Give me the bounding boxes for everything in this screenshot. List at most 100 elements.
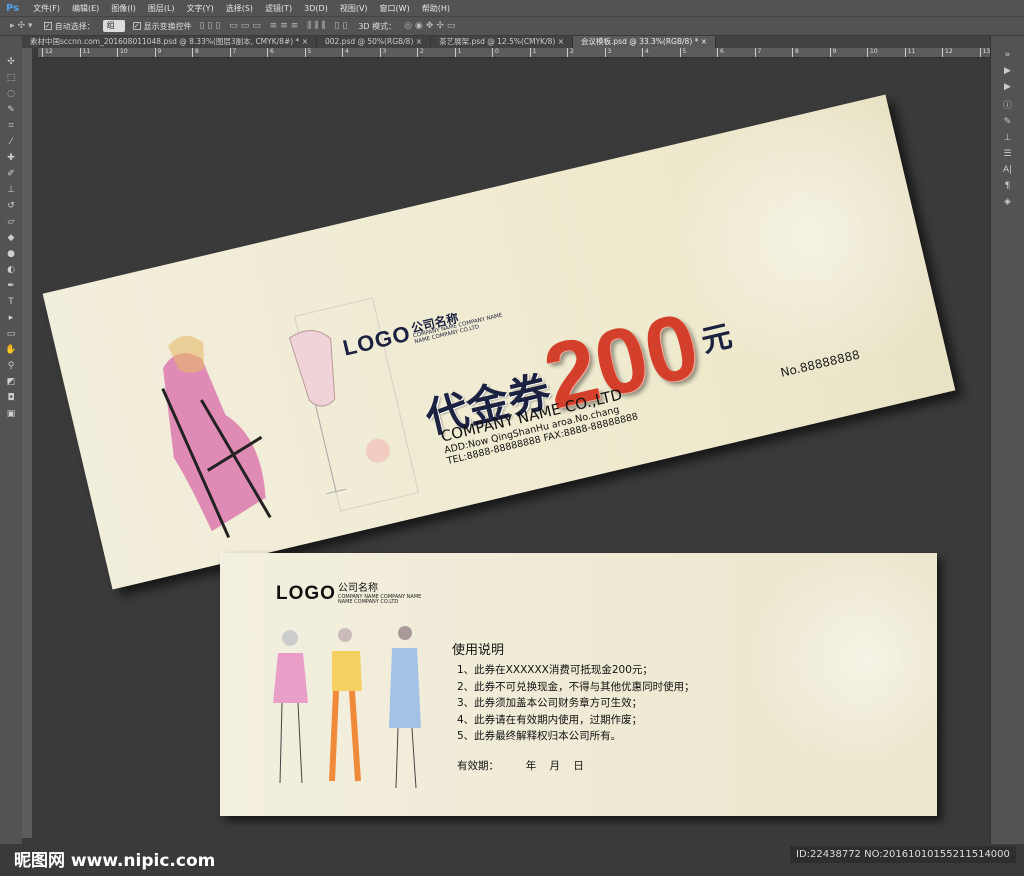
character-icon[interactable]: A| xyxy=(1003,165,1012,175)
healing-tool-icon[interactable]: ✚ xyxy=(7,152,15,165)
show-transform-label: 显示变换控件 xyxy=(143,21,192,31)
ruler-tick-label: 0 xyxy=(492,48,499,57)
ruler-tick-label: 9 xyxy=(154,48,161,57)
ruler-tick-label: 11 xyxy=(79,48,90,57)
type-tool-icon[interactable]: T xyxy=(8,296,14,309)
menu-file[interactable]: 文件(F) xyxy=(27,3,66,14)
3d-mode-label: 3D 模式： xyxy=(358,21,397,31)
menu-3d[interactable]: 3D(D) xyxy=(298,4,334,13)
doc-tab[interactable]: 茶艺展架.psd @ 12.5%(CMYK/8) × xyxy=(431,36,574,48)
close-icon[interactable]: × xyxy=(302,37,308,46)
auto-select-label: 自动选择： xyxy=(54,21,95,31)
doc-tab-active[interactable]: 会议模板.psd @ 33.3%(RGB/8) * × xyxy=(573,36,717,48)
show-transform-checkbox[interactable]: ✓ 显示变换控件 xyxy=(132,21,192,32)
ruler-tick-label: 10 xyxy=(117,48,128,57)
pen-tool-icon[interactable]: ✒ xyxy=(7,280,15,293)
history-brush-icon[interactable]: ↺ xyxy=(7,200,15,213)
path-select-icon[interactable]: ▸ xyxy=(9,312,14,325)
menu-image[interactable]: 图像(I) xyxy=(105,3,142,14)
history-icon[interactable]: ▶ xyxy=(1004,66,1011,76)
lasso-tool-icon[interactable]: ◌ xyxy=(7,88,15,101)
menu-select[interactable]: 选择(S) xyxy=(220,3,259,14)
ruler-tick-label: 1 xyxy=(454,48,461,57)
image-id-tag: ID:22438772 NO:20161010155211514000 xyxy=(790,846,1016,863)
align-icons[interactable]: ▯▯▯ ▭▭▭ ≡≡≡ ⫼⫼⫼ ▯▯ xyxy=(200,21,351,31)
screen-mode-icon[interactable]: ▣ xyxy=(7,408,16,421)
info-icon[interactable]: ⓘ xyxy=(1003,98,1012,111)
back-logo-block: LOGO 公司名称 COMPANY NAME COMPANY NAME NAME… xyxy=(276,583,421,605)
ruler-tick-label: 5 xyxy=(679,48,686,57)
eyedropper-tool-icon[interactable]: ⁄ xyxy=(10,136,12,149)
menu-edit[interactable]: 编辑(E) xyxy=(66,3,105,14)
collapse-icon[interactable]: » xyxy=(1005,50,1011,60)
doc-tab[interactable]: 002.psd @ 50%(RGB/8) × xyxy=(317,36,432,48)
ruler-tick-label: 6 xyxy=(717,48,724,57)
document-tabs: 素材中国sccnn.com_201608011048.psd @ 8.33%(图… xyxy=(22,36,990,48)
ruler-tick-label: 11 xyxy=(904,48,915,57)
voucher-back: LOGO 公司名称 COMPANY NAME COMPANY NAME NAME… xyxy=(220,553,937,816)
ruler-tick-label: 4 xyxy=(642,48,649,57)
ruler-tick-label: 12 xyxy=(42,48,53,57)
ruler-tick-label: 9 xyxy=(829,48,836,57)
move-tool-icon[interactable]: ✣ xyxy=(7,56,15,69)
rule-item: 5、此券最终解释权归本公司所有。 xyxy=(457,730,622,742)
move-tool-icon[interactable]: ▸✣▾ xyxy=(10,21,36,31)
close-icon[interactable]: × xyxy=(701,37,707,46)
doc-tab[interactable]: 素材中国sccnn.com_201608011048.psd @ 8.33%(图… xyxy=(22,36,317,48)
actions-icon[interactable]: ▶ xyxy=(1004,82,1011,92)
instructions-heading: 使用说明 xyxy=(452,643,505,658)
menu-view[interactable]: 视图(V) xyxy=(334,3,374,14)
3d-mode-icons[interactable]: ◎◉✥✣▭ xyxy=(404,21,458,31)
close-icon[interactable]: × xyxy=(416,37,422,46)
tab-label: 茶艺展架.psd @ 12.5%(CMYK/8) xyxy=(439,37,556,46)
crop-tool-icon[interactable]: ⌗ xyxy=(8,120,13,133)
brush-tool-icon[interactable]: ✐ xyxy=(7,168,15,181)
ruler-tick-label: 13 xyxy=(979,48,990,57)
menu-type[interactable]: 文字(Y) xyxy=(181,3,220,14)
3d-icon[interactable]: ◈ xyxy=(1004,197,1011,207)
tab-label: 素材中国sccnn.com_201608011048.psd @ 8.33%(图… xyxy=(30,37,300,46)
properties-icon[interactable]: ☰ xyxy=(1003,149,1011,159)
rule-item: 2、此券不可兑换现金，不得与其他优惠同时使用； xyxy=(457,680,695,693)
menu-window[interactable]: 窗口(W) xyxy=(374,3,416,14)
auto-select-checkbox[interactable]: ✓ 自动选择： xyxy=(43,21,95,32)
zoom-tool-icon[interactable]: ⚲ xyxy=(8,360,15,373)
blur-tool-icon[interactable]: ● xyxy=(7,248,15,261)
company-name-cn: 公司名称 xyxy=(337,583,378,594)
company-name-en-2: NAME COMPANY CO.LTD xyxy=(337,598,399,605)
shape-tool-icon[interactable]: ▭ xyxy=(7,328,16,341)
photoshop-logo: Ps xyxy=(6,2,20,14)
clone-source-icon[interactable]: ⊥ xyxy=(1004,133,1012,143)
dodge-tool-icon[interactable]: ◐ xyxy=(7,264,15,277)
paragraph-icon[interactable]: ¶ xyxy=(1005,181,1011,191)
close-icon[interactable]: × xyxy=(558,37,564,46)
ruler-tick-label: 8 xyxy=(192,48,199,57)
menu-layer[interactable]: 图层(L) xyxy=(142,3,181,14)
stamp-tool-icon[interactable]: ⊥ xyxy=(7,184,15,197)
auto-select-dropdown[interactable]: 组 xyxy=(102,20,125,32)
eraser-tool-icon[interactable]: ▱ xyxy=(8,216,15,229)
right-dock: » ▶ ▶ ⓘ ✎ ⊥ ☰ A| ¶ ◈ xyxy=(990,36,1024,844)
bucket-tool-icon[interactable]: ◆ xyxy=(8,232,15,245)
ruler-tick-label: 7 xyxy=(754,48,761,57)
ruler-tick-label: 6 xyxy=(267,48,274,57)
brush-panel-icon[interactable]: ✎ xyxy=(1004,117,1012,127)
ruler-tick-label: 2 xyxy=(567,48,574,57)
site-watermark: 昵图网 www.nipic.com xyxy=(14,851,216,871)
voucher-front: LOGO 公司名称 COMPANY NAME COMPANY NAME NAME… xyxy=(42,94,956,590)
ruler-tick-label: 5 xyxy=(304,48,311,57)
menu-help[interactable]: 帮助(H) xyxy=(416,3,456,14)
fashion-sketch-illustration xyxy=(161,297,420,539)
ruler-tick-label: 12 xyxy=(942,48,953,57)
marquee-tool-icon[interactable]: ⬚ xyxy=(7,72,16,85)
quick-mask-icon[interactable]: ◘ xyxy=(7,392,14,405)
tab-label: 002.psd @ 50%(RGB/8) xyxy=(324,37,414,46)
menu-filter[interactable]: 滤镜(T) xyxy=(259,3,298,14)
ruler-tick-label: 1 xyxy=(529,48,536,57)
menu-bar: Ps 文件(F) 编辑(E) 图像(I) 图层(L) 文字(Y) 选择(S) 滤… xyxy=(0,0,1024,16)
quick-select-tool-icon[interactable]: ✎ xyxy=(7,104,15,117)
color-swatches-icon[interactable]: ◩ xyxy=(7,376,16,389)
hand-tool-icon[interactable]: ✋ xyxy=(5,344,16,357)
rule-item: 1、此券在XXXXXX消费可抵现金200元； xyxy=(457,664,653,676)
tab-label: 会议模板.psd @ 33.3%(RGB/8) * xyxy=(581,37,699,46)
